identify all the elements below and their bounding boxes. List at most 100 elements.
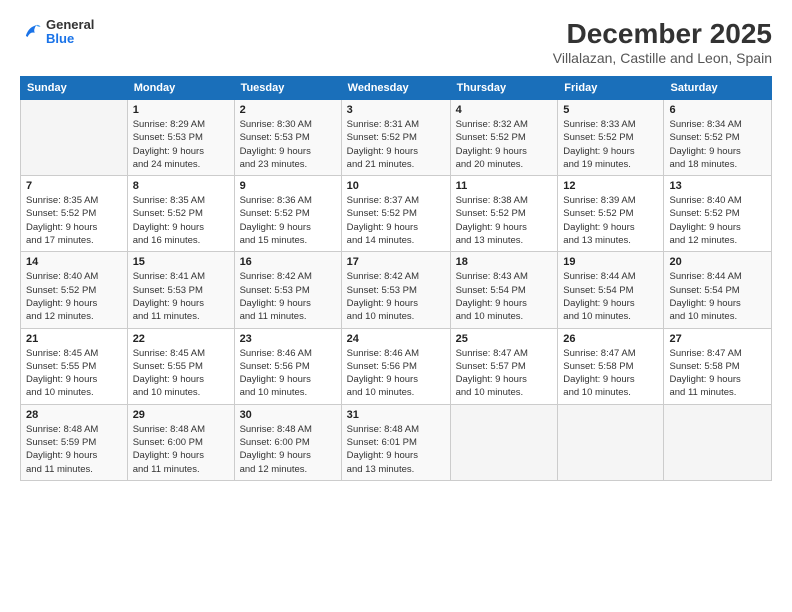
calendar-cell: 21 Sunrise: 8:45 AM Sunset: 5:55 PM Dayli… xyxy=(21,328,128,404)
day-number: 27 xyxy=(669,333,766,345)
calendar-cell: 22Sunrise: 8:45 AM Sunset: 5:55 PM Dayli… xyxy=(127,328,234,404)
day-info: Sunrise: 8:48 AM Sunset: 6:00 PM Dayligh… xyxy=(133,423,229,476)
day-number: 16 xyxy=(240,256,336,268)
day-info: Sunrise: 8:47 AM Sunset: 5:58 PM Dayligh… xyxy=(563,347,658,400)
logo-general-text: General xyxy=(46,18,94,32)
day-info: Sunrise: 8:46 AM Sunset: 5:56 PM Dayligh… xyxy=(347,347,445,400)
day-number: 9 xyxy=(240,180,336,192)
day-info: Sunrise: 8:47 AM Sunset: 5:57 PM Dayligh… xyxy=(456,347,553,400)
calendar-cell: 2 Sunrise: 8:30 AM Sunset: 5:53 PM Daylig… xyxy=(234,100,341,176)
day-number: 21 xyxy=(26,333,122,345)
calendar-cell: 19 Sunrise: 8:44 AM Sunset: 5:54 PM Dayli… xyxy=(558,252,664,328)
week-row-1: 1 Sunrise: 8:29 AM Sunset: 5:53 PM Daylig… xyxy=(21,100,772,176)
day-number: 29 xyxy=(133,409,229,421)
day-info: Sunrise: 8:45 AM Sunset: 5:55 PM Dayligh… xyxy=(133,347,229,400)
day-info: Sunrise: 8:41 AM Sunset: 5:53 PM Dayligh… xyxy=(133,270,229,323)
day-info: Sunrise: 8:36 AM Sunset: 5:52 PM Dayligh… xyxy=(240,194,336,247)
calendar-cell: 20 Sunrise: 8:44 AM Sunset: 5:54 PM Dayli… xyxy=(664,252,772,328)
day-info: Sunrise: 8:47 AM Sunset: 5:58 PM Dayligh… xyxy=(669,347,766,400)
calendar-cell: 3 Sunrise: 8:31 AM Sunset: 5:52 PM Daylig… xyxy=(341,100,450,176)
day-info: Sunrise: 8:39 AM Sunset: 5:52 PM Dayligh… xyxy=(563,194,658,247)
calendar-cell: 30Sunrise: 8:48 AM Sunset: 6:00 PM Dayli… xyxy=(234,404,341,480)
calendar-header: SundayMondayTuesdayWednesdayThursdayFrid… xyxy=(21,77,772,100)
header: General Blue December 2025 Villalazan, C… xyxy=(20,18,772,66)
day-info: Sunrise: 8:44 AM Sunset: 5:54 PM Dayligh… xyxy=(669,270,766,323)
logo-icon xyxy=(20,21,42,43)
day-info: Sunrise: 8:48 AM Sunset: 5:59 PM Dayligh… xyxy=(26,423,122,476)
calendar-cell: 18Sunrise: 8:43 AM Sunset: 5:54 PM Dayli… xyxy=(450,252,558,328)
calendar-cell: 1 Sunrise: 8:29 AM Sunset: 5:53 PM Daylig… xyxy=(127,100,234,176)
day-info: Sunrise: 8:42 AM Sunset: 5:53 PM Dayligh… xyxy=(347,270,445,323)
logo-text: General Blue xyxy=(46,18,94,47)
day-number: 31 xyxy=(347,409,445,421)
header-monday: Monday xyxy=(127,77,234,100)
logo: General Blue xyxy=(20,18,94,47)
day-number: 6 xyxy=(669,104,766,116)
day-info: Sunrise: 8:35 AM Sunset: 5:52 PM Dayligh… xyxy=(133,194,229,247)
day-number: 26 xyxy=(563,333,658,345)
day-number: 30 xyxy=(240,409,336,421)
calendar-cell: 8 Sunrise: 8:35 AM Sunset: 5:52 PM Daylig… xyxy=(127,176,234,252)
calendar-cell: 31 Sunrise: 8:48 AM Sunset: 6:01 PM Dayli… xyxy=(341,404,450,480)
day-info: Sunrise: 8:40 AM Sunset: 5:52 PM Dayligh… xyxy=(26,270,122,323)
day-info: Sunrise: 8:33 AM Sunset: 5:52 PM Dayligh… xyxy=(563,118,658,171)
calendar-cell: 16 Sunrise: 8:42 AM Sunset: 5:53 PM Dayli… xyxy=(234,252,341,328)
day-number: 3 xyxy=(347,104,445,116)
day-number: 12 xyxy=(563,180,658,192)
day-number: 2 xyxy=(240,104,336,116)
day-info: Sunrise: 8:30 AM Sunset: 5:53 PM Dayligh… xyxy=(240,118,336,171)
day-number: 10 xyxy=(347,180,445,192)
page: General Blue December 2025 Villalazan, C… xyxy=(0,0,792,612)
week-row-5: 28 Sunrise: 8:48 AM Sunset: 5:59 PM Dayli… xyxy=(21,404,772,480)
header-tuesday: Tuesday xyxy=(234,77,341,100)
calendar-cell: 14 Sunrise: 8:40 AM Sunset: 5:52 PM Dayli… xyxy=(21,252,128,328)
header-friday: Friday xyxy=(558,77,664,100)
calendar-cell: 28 Sunrise: 8:48 AM Sunset: 5:59 PM Dayli… xyxy=(21,404,128,480)
day-number: 8 xyxy=(133,180,229,192)
calendar-cell: 13 Sunrise: 8:40 AM Sunset: 5:52 PM Dayli… xyxy=(664,176,772,252)
calendar-table: SundayMondayTuesdayWednesdayThursdayFrid… xyxy=(20,76,772,481)
day-info: Sunrise: 8:37 AM Sunset: 5:52 PM Dayligh… xyxy=(347,194,445,247)
day-number: 1 xyxy=(133,104,229,116)
title-block: December 2025 Villalazan, Castille and L… xyxy=(553,18,772,66)
day-number: 4 xyxy=(456,104,553,116)
header-saturday: Saturday xyxy=(664,77,772,100)
day-info: Sunrise: 8:44 AM Sunset: 5:54 PM Dayligh… xyxy=(563,270,658,323)
day-info: Sunrise: 8:34 AM Sunset: 5:52 PM Dayligh… xyxy=(669,118,766,171)
day-number: 20 xyxy=(669,256,766,268)
day-info: Sunrise: 8:48 AM Sunset: 6:01 PM Dayligh… xyxy=(347,423,445,476)
weekday-header-row: SundayMondayTuesdayWednesdayThursdayFrid… xyxy=(21,77,772,100)
calendar-cell xyxy=(664,404,772,480)
day-number: 14 xyxy=(26,256,122,268)
calendar-cell: 27 Sunrise: 8:47 AM Sunset: 5:58 PM Dayli… xyxy=(664,328,772,404)
header-wednesday: Wednesday xyxy=(341,77,450,100)
calendar-cell: 7Sunrise: 8:35 AM Sunset: 5:52 PM Daylig… xyxy=(21,176,128,252)
day-number: 7 xyxy=(26,180,122,192)
day-number: 17 xyxy=(347,256,445,268)
day-info: Sunrise: 8:42 AM Sunset: 5:53 PM Dayligh… xyxy=(240,270,336,323)
day-info: Sunrise: 8:40 AM Sunset: 5:52 PM Dayligh… xyxy=(669,194,766,247)
day-info: Sunrise: 8:29 AM Sunset: 5:53 PM Dayligh… xyxy=(133,118,229,171)
day-info: Sunrise: 8:31 AM Sunset: 5:52 PM Dayligh… xyxy=(347,118,445,171)
logo-blue-text: Blue xyxy=(46,32,94,46)
day-info: Sunrise: 8:38 AM Sunset: 5:52 PM Dayligh… xyxy=(456,194,553,247)
header-thursday: Thursday xyxy=(450,77,558,100)
calendar-cell: 15Sunrise: 8:41 AM Sunset: 5:53 PM Dayli… xyxy=(127,252,234,328)
calendar-cell: 26 Sunrise: 8:47 AM Sunset: 5:58 PM Dayli… xyxy=(558,328,664,404)
calendar-body: 1 Sunrise: 8:29 AM Sunset: 5:53 PM Daylig… xyxy=(21,100,772,481)
day-number: 5 xyxy=(563,104,658,116)
day-info: Sunrise: 8:45 AM Sunset: 5:55 PM Dayligh… xyxy=(26,347,122,400)
week-row-4: 21 Sunrise: 8:45 AM Sunset: 5:55 PM Dayli… xyxy=(21,328,772,404)
header-sunday: Sunday xyxy=(21,77,128,100)
day-info: Sunrise: 8:46 AM Sunset: 5:56 PM Dayligh… xyxy=(240,347,336,400)
calendar-cell: 17 Sunrise: 8:42 AM Sunset: 5:53 PM Dayli… xyxy=(341,252,450,328)
calendar-cell xyxy=(21,100,128,176)
day-number: 13 xyxy=(669,180,766,192)
main-title: December 2025 xyxy=(553,18,772,50)
day-number: 19 xyxy=(563,256,658,268)
calendar-cell: 24Sunrise: 8:46 AM Sunset: 5:56 PM Dayli… xyxy=(341,328,450,404)
day-number: 25 xyxy=(456,333,553,345)
day-number: 28 xyxy=(26,409,122,421)
subtitle: Villalazan, Castille and Leon, Spain xyxy=(553,50,772,66)
week-row-3: 14 Sunrise: 8:40 AM Sunset: 5:52 PM Dayli… xyxy=(21,252,772,328)
